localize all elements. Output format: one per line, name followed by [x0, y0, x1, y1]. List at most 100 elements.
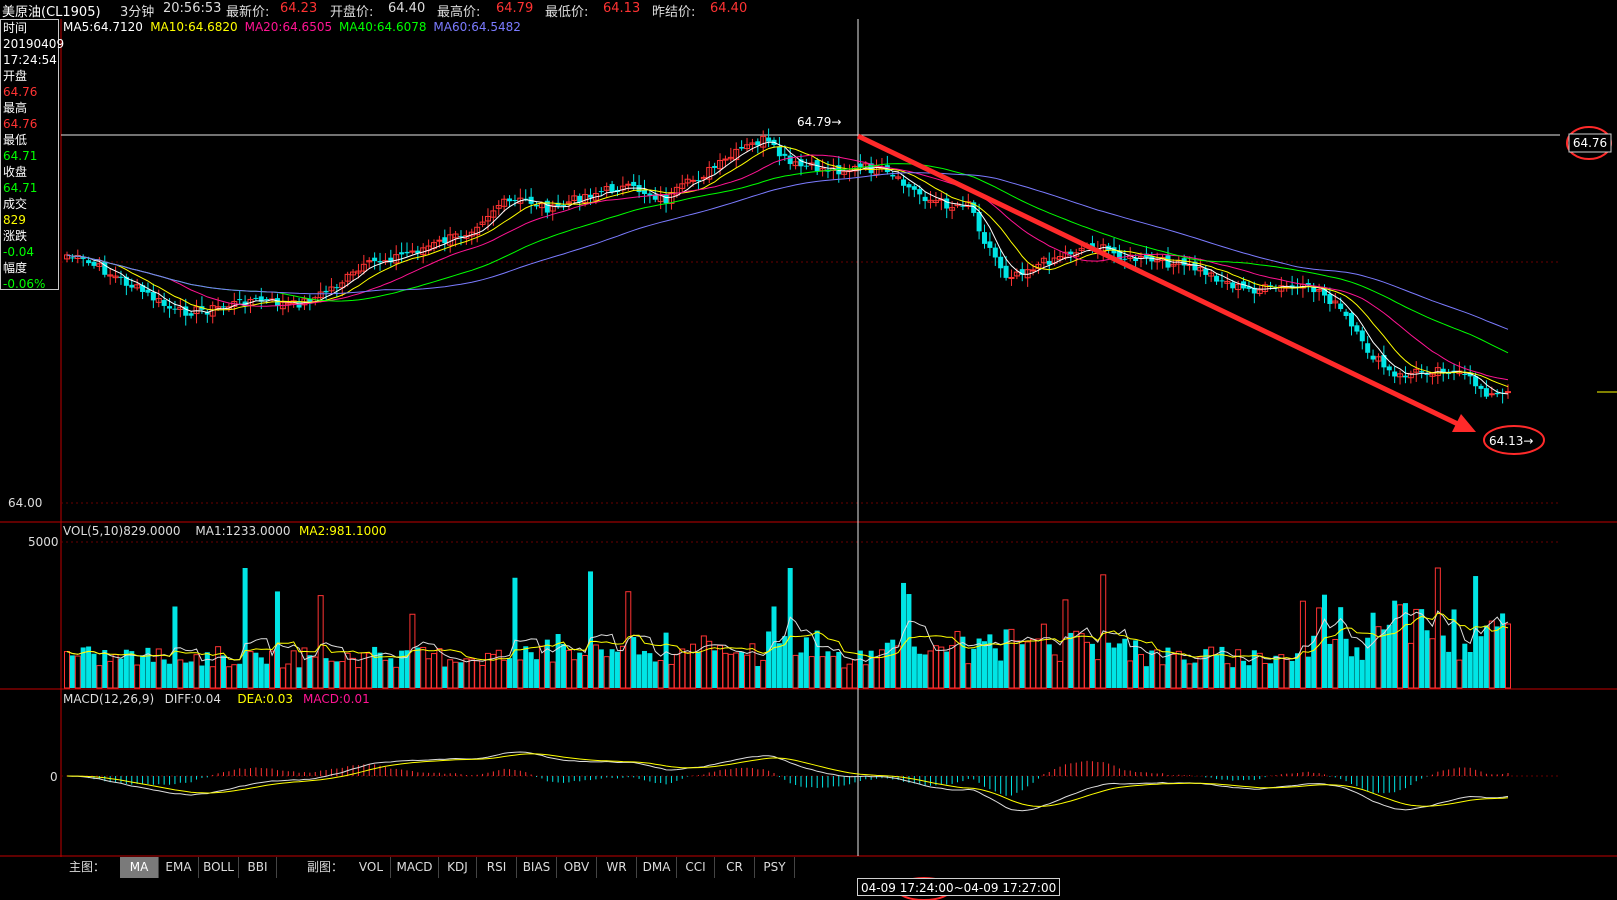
info-time: 17:24:54	[3, 53, 57, 67]
candle-body	[803, 165, 809, 167]
tab-vol[interactable]: VOL	[352, 857, 391, 878]
volume-bar	[523, 646, 529, 688]
volume-bar	[987, 634, 993, 688]
candle-body	[998, 256, 1004, 269]
volume-bar	[695, 651, 701, 688]
volume-bar	[495, 649, 502, 689]
tab-bias[interactable]: BIAS	[517, 857, 557, 878]
tab-boll[interactable]: BOLL	[199, 857, 239, 878]
volume-bar	[744, 654, 751, 689]
time-range-end: ~04-09 17:27:00	[953, 881, 1057, 895]
candle-body	[1386, 366, 1392, 371]
tab-ema[interactable]: EMA	[159, 857, 199, 878]
candle-body	[631, 181, 637, 187]
volume-bar	[474, 660, 481, 689]
candle-body	[992, 247, 998, 258]
tab-rsi[interactable]: RSI	[477, 857, 517, 878]
info-close-label: 收盘	[3, 165, 28, 179]
candle-body	[1230, 282, 1236, 289]
kline-chart-canvas[interactable]: MA5:64.7120 MA10:64.6820 MA20:64.6505 MA40:…	[0, 0, 1617, 900]
volume-bar	[290, 650, 297, 689]
candle-body	[237, 299, 243, 301]
tab-kdj[interactable]: KDJ	[439, 857, 477, 878]
candle-body	[766, 137, 772, 142]
candle-body	[588, 194, 594, 198]
volume-bar	[614, 651, 620, 688]
volume-bar	[1456, 659, 1463, 689]
volume-bar	[221, 655, 227, 688]
volume-bar	[1348, 656, 1354, 688]
volume-bar	[140, 655, 146, 688]
volume-bar	[372, 646, 378, 688]
volume-bar	[641, 650, 647, 688]
candle-body	[334, 287, 340, 289]
candle-body	[1354, 325, 1360, 332]
candle-body	[944, 198, 950, 209]
tab-psy[interactable]: PSY	[755, 857, 795, 878]
volume-bar	[1192, 662, 1198, 688]
volume-bar	[679, 648, 686, 689]
tab-dma[interactable]: DMA	[637, 857, 677, 878]
volume-bar	[1494, 626, 1500, 688]
tab-obv[interactable]: OBV	[557, 857, 597, 878]
volume-bar	[722, 652, 729, 689]
crosshair-price-label: 64.76	[1573, 136, 1607, 150]
volume-bar	[425, 658, 432, 689]
volume-bar	[420, 646, 427, 689]
volume-bar	[1446, 651, 1452, 688]
tab-wr[interactable]: WR	[597, 857, 637, 878]
volume-bar	[1343, 638, 1349, 688]
tab-cr[interactable]: CR	[715, 857, 755, 878]
candle-body	[1214, 275, 1220, 282]
volume-bar	[1175, 650, 1182, 689]
volume-bar	[814, 630, 820, 688]
volume-bar	[1030, 638, 1037, 689]
volume-bar	[447, 659, 454, 689]
main-indicator-label: 主图：	[69, 860, 106, 874]
candle-body	[1008, 276, 1015, 279]
candle-body	[150, 292, 156, 301]
info-date: 20190409	[3, 37, 65, 51]
ma-legend-3: MA40:64.6078	[339, 20, 427, 34]
volume-bar	[225, 666, 232, 689]
info-close-value: 64.71	[3, 181, 38, 195]
volume-bar	[1359, 659, 1365, 688]
volume-bar	[841, 667, 848, 689]
volume-bar	[819, 656, 826, 689]
volume-bar	[755, 666, 761, 688]
candle-body	[69, 257, 75, 259]
volume-bar	[1299, 600, 1306, 689]
volume-bar	[279, 667, 286, 689]
candle-body	[436, 239, 443, 242]
candle-body	[911, 186, 917, 190]
volume-bar	[1122, 638, 1128, 688]
volume-bar	[167, 663, 173, 688]
volume-bar	[1057, 660, 1064, 689]
candle-body	[755, 141, 761, 146]
volume-bar	[129, 651, 135, 688]
volume-bar	[393, 666, 400, 689]
tab-bbi[interactable]: BBI	[239, 857, 277, 878]
volume-bar	[749, 643, 756, 689]
volume-bar	[264, 663, 270, 688]
volume-bar	[1246, 665, 1252, 688]
candle-body	[1462, 374, 1468, 376]
volume-bar	[1316, 607, 1323, 689]
tab-macd[interactable]: MACD	[391, 857, 439, 878]
candle-body	[1402, 375, 1408, 378]
candle-body	[534, 204, 540, 207]
volume-bar	[512, 577, 518, 688]
volume-bar	[1505, 623, 1511, 689]
candle-body	[625, 183, 632, 186]
volume-bar	[1478, 636, 1484, 688]
tab-ma[interactable]: MA	[120, 857, 159, 878]
volume-bar	[1154, 649, 1161, 689]
volume-bar	[1219, 646, 1225, 688]
tab-cci[interactable]: CCI	[677, 857, 715, 878]
volume-bar	[1332, 638, 1339, 689]
candle-body	[1030, 269, 1037, 272]
volume-bar	[733, 652, 740, 689]
candle-body	[1327, 294, 1333, 305]
volume-bar	[949, 645, 956, 689]
info-high-label: 最高	[3, 101, 28, 115]
